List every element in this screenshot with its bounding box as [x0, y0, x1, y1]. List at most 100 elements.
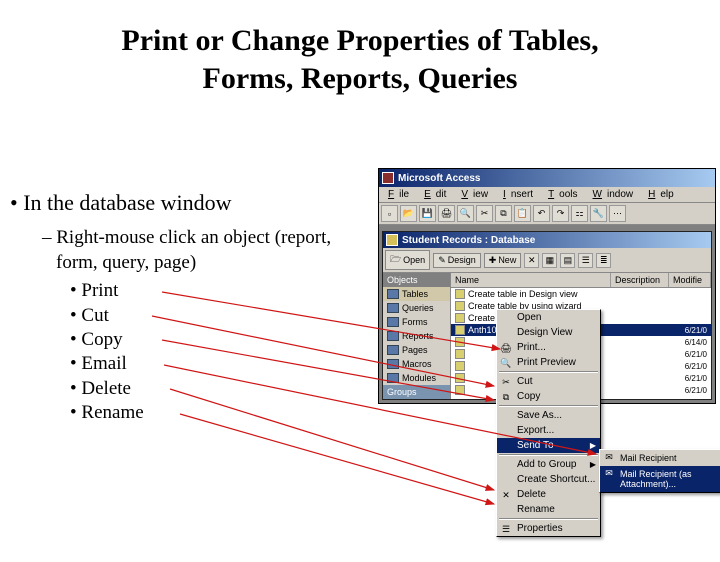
ctx-print-preview[interactable]: 🔍Print Preview: [497, 355, 600, 370]
toolbar: ▫ 📂 💾 🖨 🔍 ✂ ⧉ 📋 ↶ ↷ ⚏ 🔧 ⋯: [379, 203, 715, 225]
db-open-button[interactable]: 🗁 Open: [385, 250, 430, 270]
obj-pages[interactable]: Pages: [383, 343, 450, 357]
sub-bullet-cut: Cut: [70, 304, 370, 328]
table-icon: [455, 301, 465, 311]
ctx-export[interactable]: Export...: [497, 423, 600, 438]
sendto-submenu: ✉Mail Recipient✉Mail Recipient (as Attac…: [599, 449, 720, 493]
menu-icon: ✕: [500, 489, 512, 501]
db-view-large-icon[interactable]: ▦: [542, 253, 557, 268]
menu-window[interactable]: Window: [588, 189, 644, 200]
table-icon: [455, 313, 465, 323]
menu-icon: [500, 474, 512, 486]
ctx-save-as[interactable]: Save As...: [497, 408, 600, 423]
menu-icon: [500, 504, 512, 516]
ctx-create-shortcut[interactable]: Create Shortcut...: [497, 472, 600, 487]
mail-icon: ✉: [603, 468, 615, 480]
menu-icon: [500, 327, 512, 339]
slide-title: Print or Change Properties of Tables, Fo…: [0, 22, 720, 99]
toolbar-undo-icon[interactable]: ↶: [533, 205, 550, 222]
menu-tools[interactable]: Tools: [543, 189, 587, 200]
menu-edit[interactable]: Edit: [419, 189, 456, 200]
sub-dash: – Right-mouse click an object (report, f…: [42, 226, 370, 275]
toolbar-analyze-icon[interactable]: 🔧: [590, 205, 607, 222]
obj-queries[interactable]: Queries: [383, 301, 450, 315]
hdr-mod[interactable]: Modifie: [669, 273, 711, 287]
submenu-arrow-icon: ▶: [590, 460, 596, 469]
obj-forms[interactable]: Forms: [383, 315, 450, 329]
table-icon: [455, 373, 465, 383]
toolbar-save-icon[interactable]: 💾: [419, 205, 436, 222]
list-item[interactable]: Create table in Design view: [451, 288, 711, 300]
toolbar-preview-icon[interactable]: 🔍: [457, 205, 474, 222]
toolbar-relationships-icon[interactable]: ⚏: [571, 205, 588, 222]
menu-icon: 🔍: [500, 357, 512, 369]
toolbar-more-icon[interactable]: ⋯: [609, 205, 626, 222]
submenu-arrow-icon: ▶: [590, 441, 596, 450]
slide-content: In the database window – Right-mouse cli…: [10, 190, 370, 425]
db-view-list-icon[interactable]: ☰: [578, 253, 593, 268]
app-titlebar: Microsoft Access: [379, 169, 715, 187]
menu-icon: 🖨: [500, 342, 512, 354]
db-design-button[interactable]: ✎ Design: [433, 253, 481, 268]
hdr-desc[interactable]: Description: [611, 273, 669, 287]
sub-bullet-delete: Delete: [70, 377, 370, 401]
toolbar-open-icon[interactable]: 📂: [400, 205, 417, 222]
ctx-delete[interactable]: ✕Delete: [497, 487, 600, 502]
ctx-rename[interactable]: Rename: [497, 502, 600, 517]
table-icon: [455, 337, 465, 347]
db-view-details-icon[interactable]: ≣: [596, 253, 611, 268]
queries-icon: [387, 303, 399, 313]
app-title: Microsoft Access: [398, 173, 480, 184]
sub-bullet-print: Print: [70, 279, 370, 303]
db-icon: [386, 234, 398, 246]
database-titlebar: Student Records : Database: [383, 232, 711, 248]
tables-icon: [387, 289, 399, 299]
menu-icon: [500, 410, 512, 422]
sub-block: – Right-mouse click an object (report, f…: [42, 226, 370, 425]
toolbar-cut-icon[interactable]: ✂: [476, 205, 493, 222]
menu-icon: [500, 425, 512, 437]
ctx-design-view[interactable]: Design View: [497, 325, 600, 340]
list-header: Name Description Modifie: [451, 273, 711, 288]
menu-icon: ⧉: [500, 391, 512, 403]
obj-modules[interactable]: Modules: [383, 371, 450, 385]
db-new-button[interactable]: ✚ New: [484, 253, 522, 268]
menu-icon: [500, 440, 512, 452]
ctx-print[interactable]: 🖨Print...: [497, 340, 600, 355]
menu-icon: ✂: [500, 376, 512, 388]
db-view-small-icon[interactable]: ▤: [560, 253, 575, 268]
menu-icon: [500, 459, 512, 471]
sendto-mail-recipient[interactable]: ✉Mail Recipient: [600, 450, 720, 466]
menu-view[interactable]: View: [456, 189, 498, 200]
menu-help[interactable]: Help: [643, 189, 684, 200]
groups-header[interactable]: Groups: [383, 385, 450, 399]
ctx-open[interactable]: Open: [497, 310, 600, 325]
toolbar-copy-icon[interactable]: ⧉: [495, 205, 512, 222]
menu-insert[interactable]: Insert: [498, 189, 543, 200]
ctx-copy[interactable]: ⧉Copy: [497, 389, 600, 404]
db-delete-icon[interactable]: ✕: [524, 253, 539, 268]
toolbar-redo-icon[interactable]: ↷: [552, 205, 569, 222]
ctx-properties[interactable]: ☰Properties: [497, 521, 600, 536]
ctx-add-to-group[interactable]: Add to Group▶: [497, 457, 600, 472]
forms-icon: [387, 317, 399, 327]
macros-icon: [387, 359, 399, 369]
toolbar-print-icon[interactable]: 🖨: [438, 205, 455, 222]
hdr-name[interactable]: Name: [451, 273, 611, 287]
obj-macros[interactable]: Macros: [383, 357, 450, 371]
objects-header: Objects: [383, 273, 450, 287]
sendto-mail-recipient-as-attachment[interactable]: ✉Mail Recipient (as Attachment)...: [600, 466, 720, 492]
menubar[interactable]: File Edit View Insert Tools Window Help: [379, 187, 715, 203]
sub-bullets: Print Cut Copy Email Delete Rename: [70, 279, 370, 425]
obj-tables[interactable]: Tables: [383, 287, 450, 301]
menu-file[interactable]: File: [383, 189, 419, 200]
ctx-cut[interactable]: ✂Cut: [497, 374, 600, 389]
sub-bullet-copy: Copy: [70, 328, 370, 352]
obj-reports[interactable]: Reports: [383, 329, 450, 343]
access-app-window: Microsoft Access File Edit View Insert T…: [378, 168, 716, 404]
ctx-send-to[interactable]: Send To▶: [497, 438, 600, 453]
toolbar-paste-icon[interactable]: 📋: [514, 205, 531, 222]
toolbar-new-icon[interactable]: ▫: [381, 205, 398, 222]
context-menu: OpenDesign View🖨Print...🔍Print Preview✂C…: [496, 309, 601, 537]
table-icon: [455, 361, 465, 371]
